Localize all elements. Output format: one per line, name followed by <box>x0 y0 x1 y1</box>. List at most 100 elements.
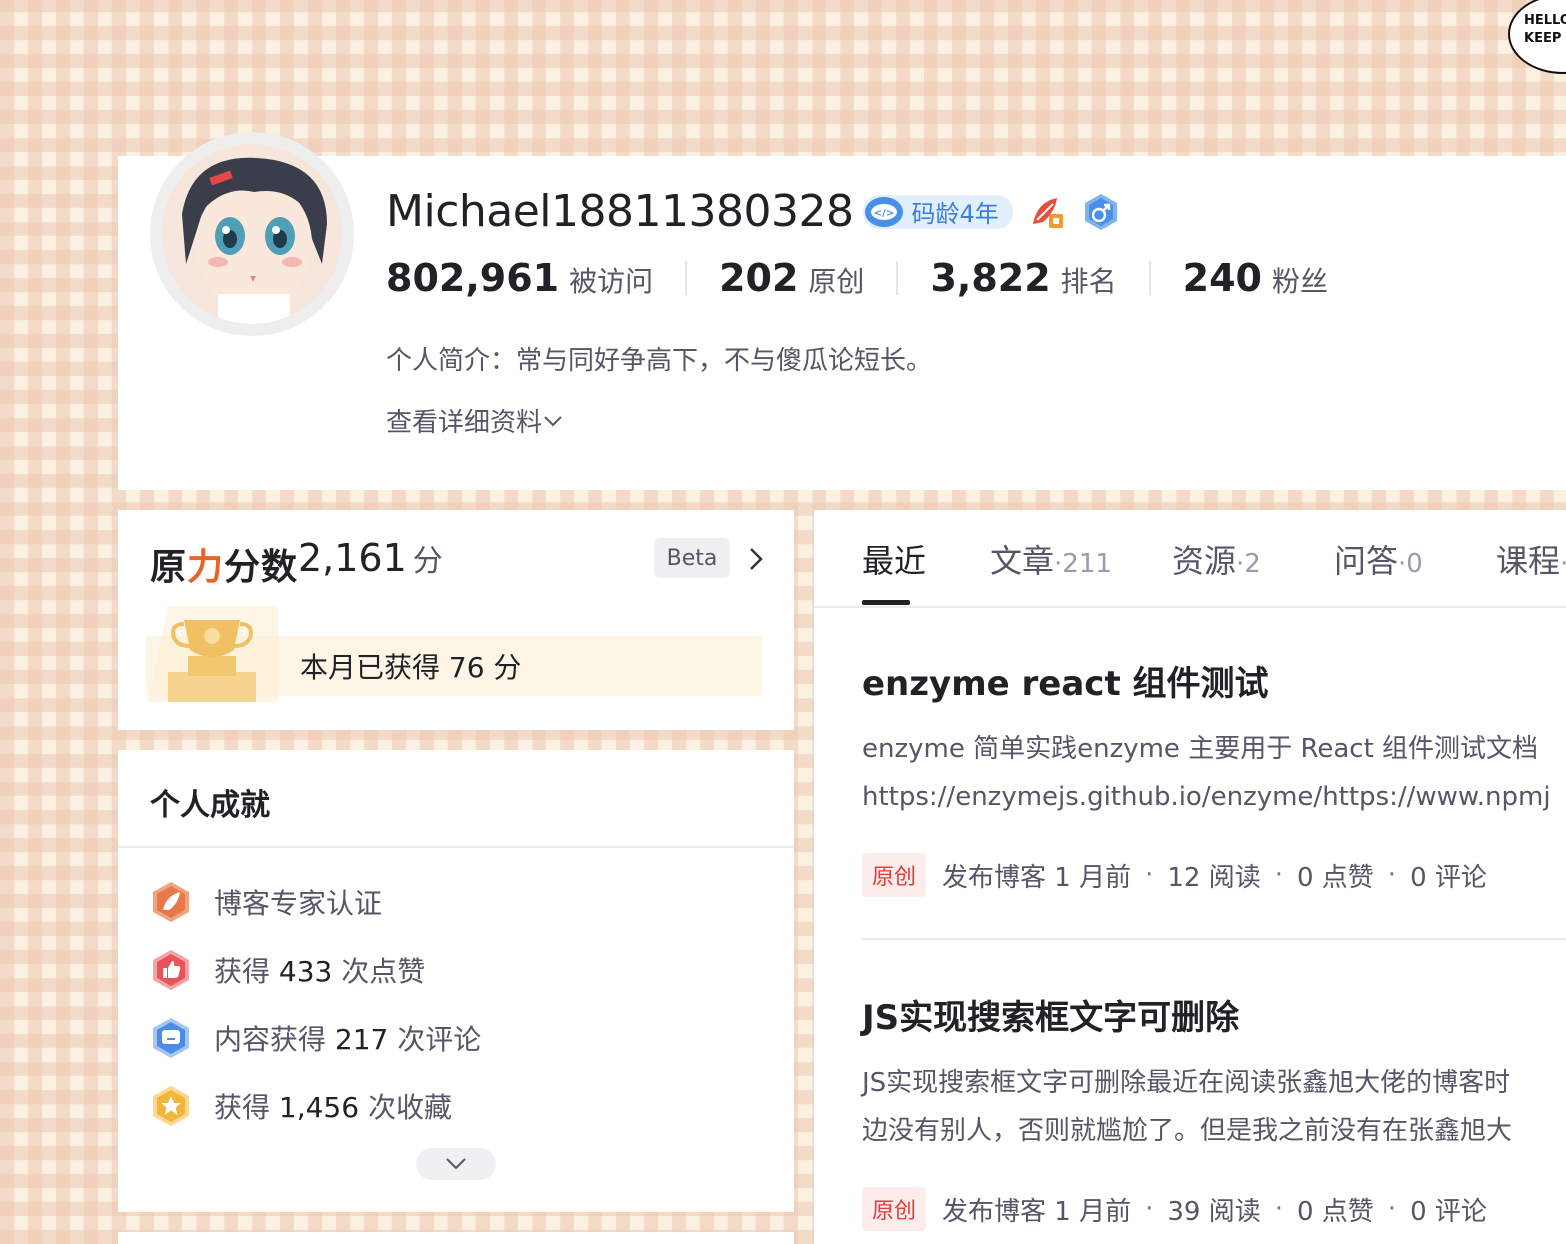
tab-count: · <box>1560 549 1566 579</box>
description-line: JS实现搜索框文字可删除最近在阅读张鑫旭大佬的博客时 <box>862 1068 1511 1098</box>
stat-divider <box>685 261 688 295</box>
tab-count: ·2 <box>1236 549 1261 579</box>
achievement-prefix: 获得 <box>214 1091 279 1124</box>
code-age-label: 码龄4年 <box>911 200 999 228</box>
avatar-frame[interactable] <box>150 132 354 336</box>
read-count: 39 阅读 <box>1167 1196 1261 1227</box>
stat-fans[interactable]: 240 粉丝 <box>1183 256 1328 300</box>
meta-separator: · <box>1145 860 1154 890</box>
score-title-part: 力 <box>187 547 225 588</box>
meta-separator: · <box>1274 860 1283 890</box>
achievement-text: 获得 433 次点赞 <box>214 950 425 990</box>
stat-label: 被访问 <box>569 265 654 298</box>
stat-visits[interactable]: 802,961 被访问 <box>386 256 653 300</box>
expert-icon <box>153 882 189 922</box>
power-score-title: 原力分数 <box>150 538 298 590</box>
stat-divider <box>896 261 899 295</box>
tab-label: 最近 <box>862 542 927 580</box>
score-unit: 分 <box>412 544 443 579</box>
score-title-part: 原 <box>150 547 188 588</box>
comment-count: 0 评论 <box>1410 862 1487 893</box>
description-line: enzyme 简单实践enzyme 主要用于 React 组件测试文档 <box>862 734 1539 764</box>
achievement-item: 获得 1,456 次收藏 <box>150 1084 452 1128</box>
article-meta: 原创 发布博客 1 月前 · 39 阅读 · 0 点赞 · 0 评论 <box>862 1187 1566 1231</box>
tab-qa[interactable]: 问答·0 <box>1334 536 1423 582</box>
star-icon <box>153 1086 189 1126</box>
meta-separator: · <box>1387 860 1397 890</box>
achievement-item: 博客专家认证 <box>150 880 382 924</box>
comment-count: 0 评论 <box>1410 1196 1487 1227</box>
original-tag: 原创 <box>862 853 927 897</box>
monthly-score-text: 本月已获得 76 分 <box>300 651 522 684</box>
tab-courses[interactable]: 课程· <box>1496 536 1566 582</box>
tab-label: 课程 <box>1496 542 1561 580</box>
chevron-right-icon[interactable] <box>746 546 766 572</box>
meta-separator: · <box>1387 1194 1397 1224</box>
tab-resources[interactable]: 资源·2 <box>1172 536 1261 582</box>
achievement-number: 433 <box>278 955 333 988</box>
view-details-link[interactable]: 查看详细资料 <box>386 402 564 439</box>
tab-articles[interactable]: 文章·211 <box>990 536 1112 582</box>
achievement-suffix: 次点赞 <box>332 955 426 988</box>
content-tabs: 最近 文章·211 资源·2 问答·0 课程· <box>814 510 1566 608</box>
achievement-prefix: 获得 <box>214 955 279 988</box>
trophy-icon <box>148 606 278 702</box>
achievement-suffix: 次收藏 <box>359 1091 452 1124</box>
stat-value: 3,822 <box>930 256 1051 300</box>
divider <box>118 846 794 848</box>
score-number: 2,161 <box>298 536 407 580</box>
like-count: 0 点赞 <box>1296 1196 1374 1227</box>
hello-sticker: HELLO KEEP <box>1508 0 1566 74</box>
like-count: 0 点赞 <box>1296 862 1374 893</box>
sticker-line-2: KEEP <box>1524 31 1562 46</box>
sticker-line-1: HELLO <box>1524 13 1566 28</box>
male-gender-icon[interactable] <box>1081 192 1121 232</box>
tab-recent[interactable]: 最近 <box>862 536 926 582</box>
like-icon <box>153 950 189 990</box>
achievement-suffix: 次评论 <box>388 1023 482 1056</box>
svg-text:</>: </> <box>874 208 894 219</box>
achievements-card: 个人成就 博客专家认证 获得 433 次点赞 内容获得 217 次评论 获得 1… <box>118 750 794 1212</box>
stat-label: 排名 <box>1060 265 1117 298</box>
code-age-badge[interactable]: </> 码龄4年 <box>863 194 1013 229</box>
original-tag: 原创 <box>862 1187 927 1231</box>
stat-rank[interactable]: 3,822 排名 <box>930 256 1116 300</box>
article-description: enzyme 简单实践enzyme 主要用于 React 组件测试文档 http… <box>862 725 1566 821</box>
article-item[interactable]: JS实现搜索框文字可删除 JS实现搜索框文字可删除最近在阅读张鑫旭大佬的博客时 … <box>862 990 1566 1231</box>
article-meta: 原创 发布博客 1 月前 · 12 阅读 · 0 点赞 · 0 评论 <box>862 853 1566 897</box>
tab-label: 文章 <box>990 542 1055 580</box>
tab-count: ·211 <box>1054 549 1112 579</box>
achievement-number: 217 <box>334 1023 389 1056</box>
power-score-value: 2,161 分 <box>298 536 443 580</box>
description-line: https://enzymejs.github.io/enzyme/https:… <box>862 782 1551 812</box>
meta-separator: · <box>1274 1194 1283 1224</box>
chevron-down-icon <box>544 415 562 426</box>
description-line: 边没有别人，否则就尴尬了。但是我之前没有在张鑫旭大 <box>862 1116 1513 1146</box>
stat-label: 原创 <box>808 265 865 298</box>
article-title[interactable]: JS实现搜索框文字可删除 <box>862 990 1566 1039</box>
achievement-prefix: 内容获得 <box>214 1023 335 1056</box>
meta-separator: · <box>1145 1194 1154 1224</box>
achievement-number: 1,456 <box>278 1091 360 1124</box>
code-age-icon: </> <box>865 196 904 227</box>
blog-expert-badge-icon[interactable] <box>1027 192 1067 232</box>
achievement-prefix: 博客专家认证 <box>214 887 383 920</box>
stat-original[interactable]: 202 原创 <box>719 256 864 300</box>
username-row: Michael18811380328 </> 码龄4年 <box>386 186 1121 237</box>
username[interactable]: Michael18811380328 <box>386 186 854 237</box>
tab-label: 问答 <box>1334 542 1399 580</box>
active-tab-indicator <box>862 600 910 605</box>
achievement-text: 内容获得 217 次评论 <box>214 1018 481 1058</box>
read-count: 12 阅读 <box>1167 862 1261 893</box>
stat-label: 粉丝 <box>1271 265 1328 298</box>
view-details-label: 查看详细资料 <box>386 408 543 438</box>
expand-achievements-button[interactable] <box>416 1148 496 1180</box>
achievements-title: 个人成就 <box>150 788 270 823</box>
avatar[interactable] <box>162 144 342 324</box>
article-divider <box>862 938 1566 940</box>
content-feed-card: 最近 文章·211 资源·2 问答·0 课程· enzyme react 组件测… <box>814 510 1566 1244</box>
article-item[interactable]: enzyme react 组件测试 enzyme 简单实践enzyme 主要用于… <box>862 656 1566 897</box>
article-description: JS实现搜索框文字可删除最近在阅读张鑫旭大佬的博客时 边没有别人，否则就尴尬了。… <box>862 1059 1566 1155</box>
article-title[interactable]: enzyme react 组件测试 <box>862 656 1566 705</box>
published-time: 发布博客 1 月前 <box>942 1196 1132 1227</box>
